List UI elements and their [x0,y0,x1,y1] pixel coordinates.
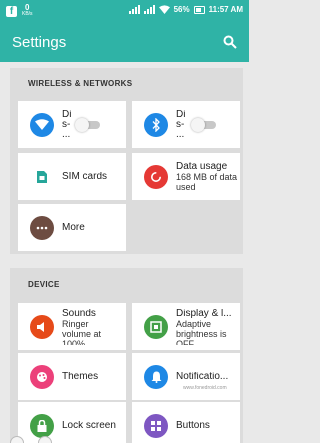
more-icon [30,215,54,240]
wifi-status-icon [158,5,170,14]
buttons-tile[interactable]: Buttons [132,402,240,443]
buttons-label: Buttons [176,420,210,431]
battery-icon [193,5,205,14]
wifi-label: Di s- ... [62,109,72,140]
section-title-device: DEVICE [28,280,60,289]
sounds-summary: Ringer volume at 100% [62,318,102,345]
bluetooth-toggle[interactable] [191,118,216,132]
bluetooth-tile[interactable]: Di s- ... [132,101,240,148]
lock-screen-label: Lock screen [62,420,116,431]
nav-circle-left [10,436,24,443]
search-icon[interactable] [223,35,237,49]
data-speed-indicator: 0 KB/s [22,4,33,18]
sim-cards-tile[interactable]: SIM cards [18,153,126,200]
data-speed-value: 0 [25,3,30,12]
watermark: www.fonedroid.com [183,385,227,391]
data-speed-unit: KB/s [22,11,33,17]
app-bar: Settings [0,24,249,62]
more-label: More [62,222,85,233]
display-icon [144,314,168,339]
wifi-tile[interactable]: Di s- ... [18,101,126,148]
themes-label: Themes [62,371,99,382]
display-summary: Adaptive brightness is OFF [176,318,227,345]
data-usage-summary: 168 MB of data used [176,171,238,192]
sound-icon [30,314,54,339]
more-tile[interactable]: More [18,204,126,251]
status-bar: f 0 KB/s 56% 11:57 AM [0,0,249,24]
page-title: Settings [12,34,67,51]
signal-icon-2 [143,5,155,14]
bell-icon [144,364,168,389]
notifications-label: Notificatio... [176,371,229,382]
themes-tile[interactable]: Themes [18,353,126,400]
lock-icon [30,413,54,438]
bluetooth-label: Di s- ... [176,109,186,140]
sim-cards-label: SIM cards [62,171,108,182]
themes-icon [30,364,54,389]
section-title-wireless: WIRELESS & NETWORKS [28,79,133,88]
display-tile[interactable]: Display & l... Adaptive brightness is OF… [132,303,240,350]
wifi-toggle[interactable] [75,118,100,132]
nav-circle-right [38,436,52,443]
notifications-tile[interactable]: Notificatio... [132,353,240,400]
sim-card-icon [30,165,54,189]
wifi-icon [30,112,54,137]
data-usage-tile[interactable]: Data usage 168 MB of data used [132,153,240,200]
facebook-notification-icon: f [6,5,17,17]
lock-screen-tile[interactable]: Lock screen [18,402,126,443]
data-usage-icon [144,164,168,189]
wireless-networks-section: WIRELESS & NETWORKS Di s- ... Di s- ... … [10,68,243,254]
data-usage-label: Data usage [176,161,228,172]
bluetooth-icon [144,112,168,137]
battery-percent: 56% [173,5,190,14]
sounds-label: Sounds [62,308,96,319]
buttons-icon [144,413,168,438]
display-label: Display & l... [176,308,232,319]
status-time: 11:57 AM [208,5,243,14]
device-section: DEVICE Sounds Ringer volume at 100% Disp… [10,268,243,443]
sounds-tile[interactable]: Sounds Ringer volume at 100% [18,303,126,350]
signal-icon [128,5,140,14]
